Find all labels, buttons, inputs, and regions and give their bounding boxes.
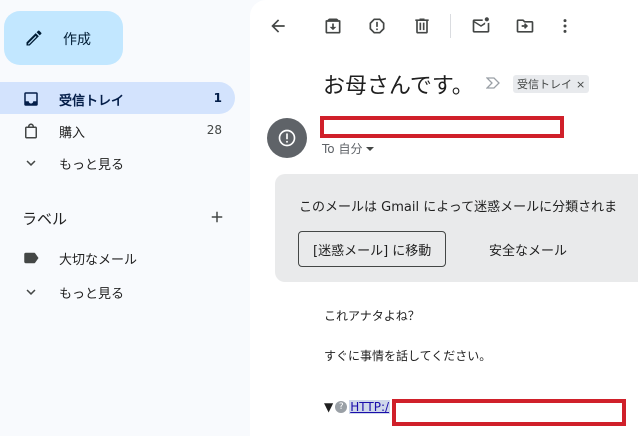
label-tag-icon	[24, 252, 39, 264]
sidebar-item-label: 受信トレイ	[59, 94, 125, 109]
body-line: これアナタよね？	[324, 309, 420, 323]
chip-label: 受信トレイ	[517, 78, 572, 91]
delete-icon[interactable]	[412, 16, 432, 36]
move-to-spam-button[interactable]: [迷惑メール] に移動	[298, 231, 447, 267]
sidebar-item-label: もっと見る	[59, 158, 125, 173]
compose-label: 作成	[63, 32, 91, 48]
compose-button[interactable]: 作成	[4, 11, 123, 65]
back-arrow-icon[interactable]	[268, 16, 288, 36]
suspicious-link[interactable]: HTTP:/	[349, 400, 391, 414]
sidebar-item-label: もっと見る	[59, 287, 125, 302]
mark-unread-icon[interactable]	[471, 16, 491, 36]
sidebar: 作成 受信トレイ 1 購入 28 もっと見る ラベル 大切なメール もっと見る	[0, 0, 250, 436]
archive-icon[interactable]	[323, 16, 343, 36]
shopping-bag-icon	[25, 123, 37, 139]
sidebar-item-purchases[interactable]: 購入 28	[0, 114, 235, 146]
sidebar-item-label: 購入	[59, 126, 86, 141]
more-vert-icon[interactable]	[555, 16, 575, 36]
remove-label-icon[interactable]: ×	[576, 78, 585, 91]
spam-notice-banner: このメールは Gmail によって迷惑メールに分類されま [迷惑メール] に移動…	[275, 174, 638, 282]
sender-avatar	[267, 118, 307, 158]
triangle-icon: ▼	[324, 400, 334, 414]
inbox-icon	[24, 92, 38, 106]
not-spam-button[interactable]: 安全なメール	[477, 231, 579, 267]
sidebar-label-important[interactable]: 大切なメール	[0, 241, 235, 273]
recipient-text: To 自分	[322, 142, 363, 156]
add-label-icon[interactable]	[208, 208, 226, 226]
redacted-sender	[320, 116, 564, 138]
report-spam-icon[interactable]	[367, 16, 387, 36]
sidebar-item-label: 大切なメール	[59, 253, 138, 268]
move-to-icon[interactable]	[515, 16, 535, 36]
chevron-down-icon	[26, 289, 36, 295]
recipient-line[interactable]: To 自分	[322, 140, 375, 157]
message-panel: お母さんです。 受信トレイ × To 自分 このメールは Gmail によって迷…	[250, 0, 638, 436]
email-subject: お母さんです。	[323, 74, 474, 99]
link-row: ▼ ? HTTP:/	[324, 400, 391, 414]
body-line: すぐに事情を話してください。	[324, 349, 492, 363]
pencil-icon	[26, 30, 42, 46]
question-icon: ?	[335, 401, 348, 413]
importance-marker-icon[interactable]	[486, 77, 500, 89]
spam-notice-text: このメールは Gmail によって迷惑メールに分類されま	[299, 200, 618, 215]
inbox-label-chip: 受信トレイ ×	[513, 75, 590, 93]
item-count: 28	[206, 123, 222, 137]
dropdown-arrow-icon	[366, 146, 375, 151]
labels-heading: ラベル	[22, 210, 68, 228]
sidebar-labels-more[interactable]: もっと見る	[0, 275, 235, 307]
sidebar-item-more[interactable]: もっと見る	[0, 146, 235, 178]
toolbar-divider	[450, 14, 451, 38]
redacted-link	[392, 399, 626, 426]
sidebar-item-inbox[interactable]: 受信トレイ 1	[0, 82, 235, 114]
chevron-down-icon	[26, 160, 36, 166]
unread-count: 1	[213, 91, 222, 105]
warning-icon	[278, 129, 296, 147]
